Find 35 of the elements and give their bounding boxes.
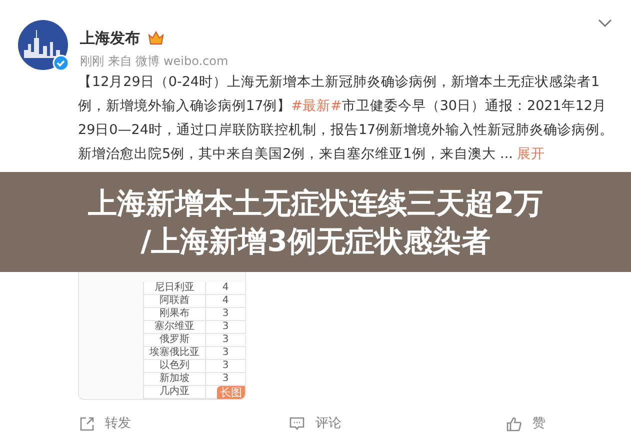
table-cell-text: 4 <box>221 295 230 307</box>
thumbs-up-icon <box>506 416 522 432</box>
table-cell: 埃塞俄比亚 <box>144 347 206 359</box>
long-image-badge: 长图 <box>217 386 245 399</box>
table-cell-text: 3 <box>221 360 230 372</box>
table-cell-text: 3 <box>221 373 230 385</box>
repost-button[interactable]: 转发 <box>0 414 210 434</box>
table-cell-text: 3 <box>221 321 230 333</box>
avatar-icon[interactable] <box>18 20 70 72</box>
table-cell: 几内亚 <box>144 386 206 398</box>
comment-icon <box>289 416 306 432</box>
headline-text: 上海新增本土无症状连续三天超2万 <box>88 185 544 222</box>
hashtag-link[interactable]: #最新# <box>291 98 342 114</box>
table-cell: 塞尔维亚 <box>144 321 206 333</box>
author-name[interactable]: 上海发布 <box>80 28 140 48</box>
comment-button[interactable]: 评论 <box>210 414 421 434</box>
share-icon <box>79 416 96 432</box>
expand-link[interactable]: 展开 <box>512 146 546 162</box>
post-meta: 刚刚 来自 微博 weibo.com <box>80 53 230 69</box>
crown-icon <box>148 31 164 45</box>
post-text: 【12月29日（0-24时）上海无新增本土新冠肺炎确诊病例，新增本土无症状感染者1例，新增境外输入确诊病例17例】#最新#市卫健委今早（30日）通报：2021年12月29日0—24时，通过口岸联防联控机制，报告17例新增境外输入性新冠肺炎确诊病例。新增治愈出院5例，其中来自美国2例，来自塞尔维亚1例，来自澳大 ... 展开 <box>78 73 615 164</box>
table-cell: 刚果布 <box>144 308 206 320</box>
table-cell: 俄罗斯 <box>144 334 206 346</box>
table-cell-text: 4 <box>221 282 230 294</box>
table-cell: 以色列 <box>144 360 206 372</box>
table-cell: 尼日利亚 <box>144 282 206 294</box>
table-cell: 阿联酋 <box>144 295 206 307</box>
attached-image[interactable]: 尼日利亚 4 阿联酋 4 刚果布 3 塞尔维亚 3 俄罗斯 3 埃塞俄比亚 3 以色列 3 新加坡 3 几内亚 长图 <box>78 272 246 400</box>
table-cell-text: 3 <box>221 347 230 359</box>
headline-text: /上海新增3例无症状感染者 <box>140 223 490 260</box>
table-cell-text: 3 <box>221 308 230 320</box>
table-cell: 新加坡 <box>144 373 206 385</box>
chevron-down-icon[interactable] <box>598 19 612 28</box>
like-button[interactable]: 赞 <box>420 414 631 434</box>
table-cell-text: 3 <box>221 334 230 346</box>
